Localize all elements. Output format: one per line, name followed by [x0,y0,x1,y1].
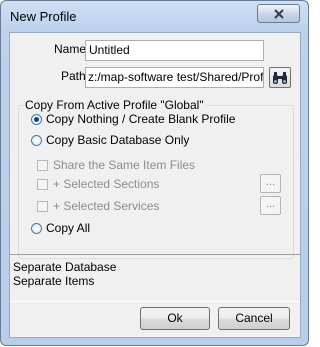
browse-button[interactable] [269,67,291,88]
ok-button[interactable]: Ok [140,307,210,330]
path-label: Path [61,69,86,83]
check-share-item-files-label: Share the Same Item Files [53,158,196,172]
name-label: Name [54,42,87,56]
check-selected-services-label: + Selected Services [53,199,160,213]
checkbox[interactable] [37,201,48,212]
window-title: New Profile [10,9,77,24]
path-input[interactable]: z:/map-software test/Shared/Profiles [85,67,264,88]
sections-browse-button[interactable]: ... [260,174,281,193]
radio-button[interactable] [31,223,42,234]
dialog-window: New Profile Name Untitled Path z:/map-so… [0,0,309,346]
checkbox[interactable] [37,179,48,190]
name-input[interactable]: Untitled [85,40,264,61]
cancel-button[interactable]: Cancel [218,307,290,330]
check-selected-sections-label: + Selected Sections [53,177,160,191]
radio-copy-nothing-label: Copy Nothing / Create Blank Profile [46,112,236,126]
dialog-body: Name Untitled Path z:/map-software test/… [9,32,301,338]
close-icon [273,8,284,19]
binoculars-icon [273,71,287,84]
radio-copy-basic-label: Copy Basic Database Only [46,133,190,147]
radio-button[interactable] [31,135,42,146]
info-line: Separate Database [13,260,117,274]
info-line: Separate Items [13,274,95,288]
radio-button-selected[interactable] [31,114,42,125]
services-browse-button[interactable]: ... [260,196,281,215]
radio-copy-all-label: Copy All [46,221,91,235]
info-panel: Separate Database Separate Items [10,254,300,302]
close-button[interactable] [257,4,300,23]
checkbox[interactable] [37,160,48,171]
copy-group-title: Copy From Active Profile "Global" [24,98,205,112]
